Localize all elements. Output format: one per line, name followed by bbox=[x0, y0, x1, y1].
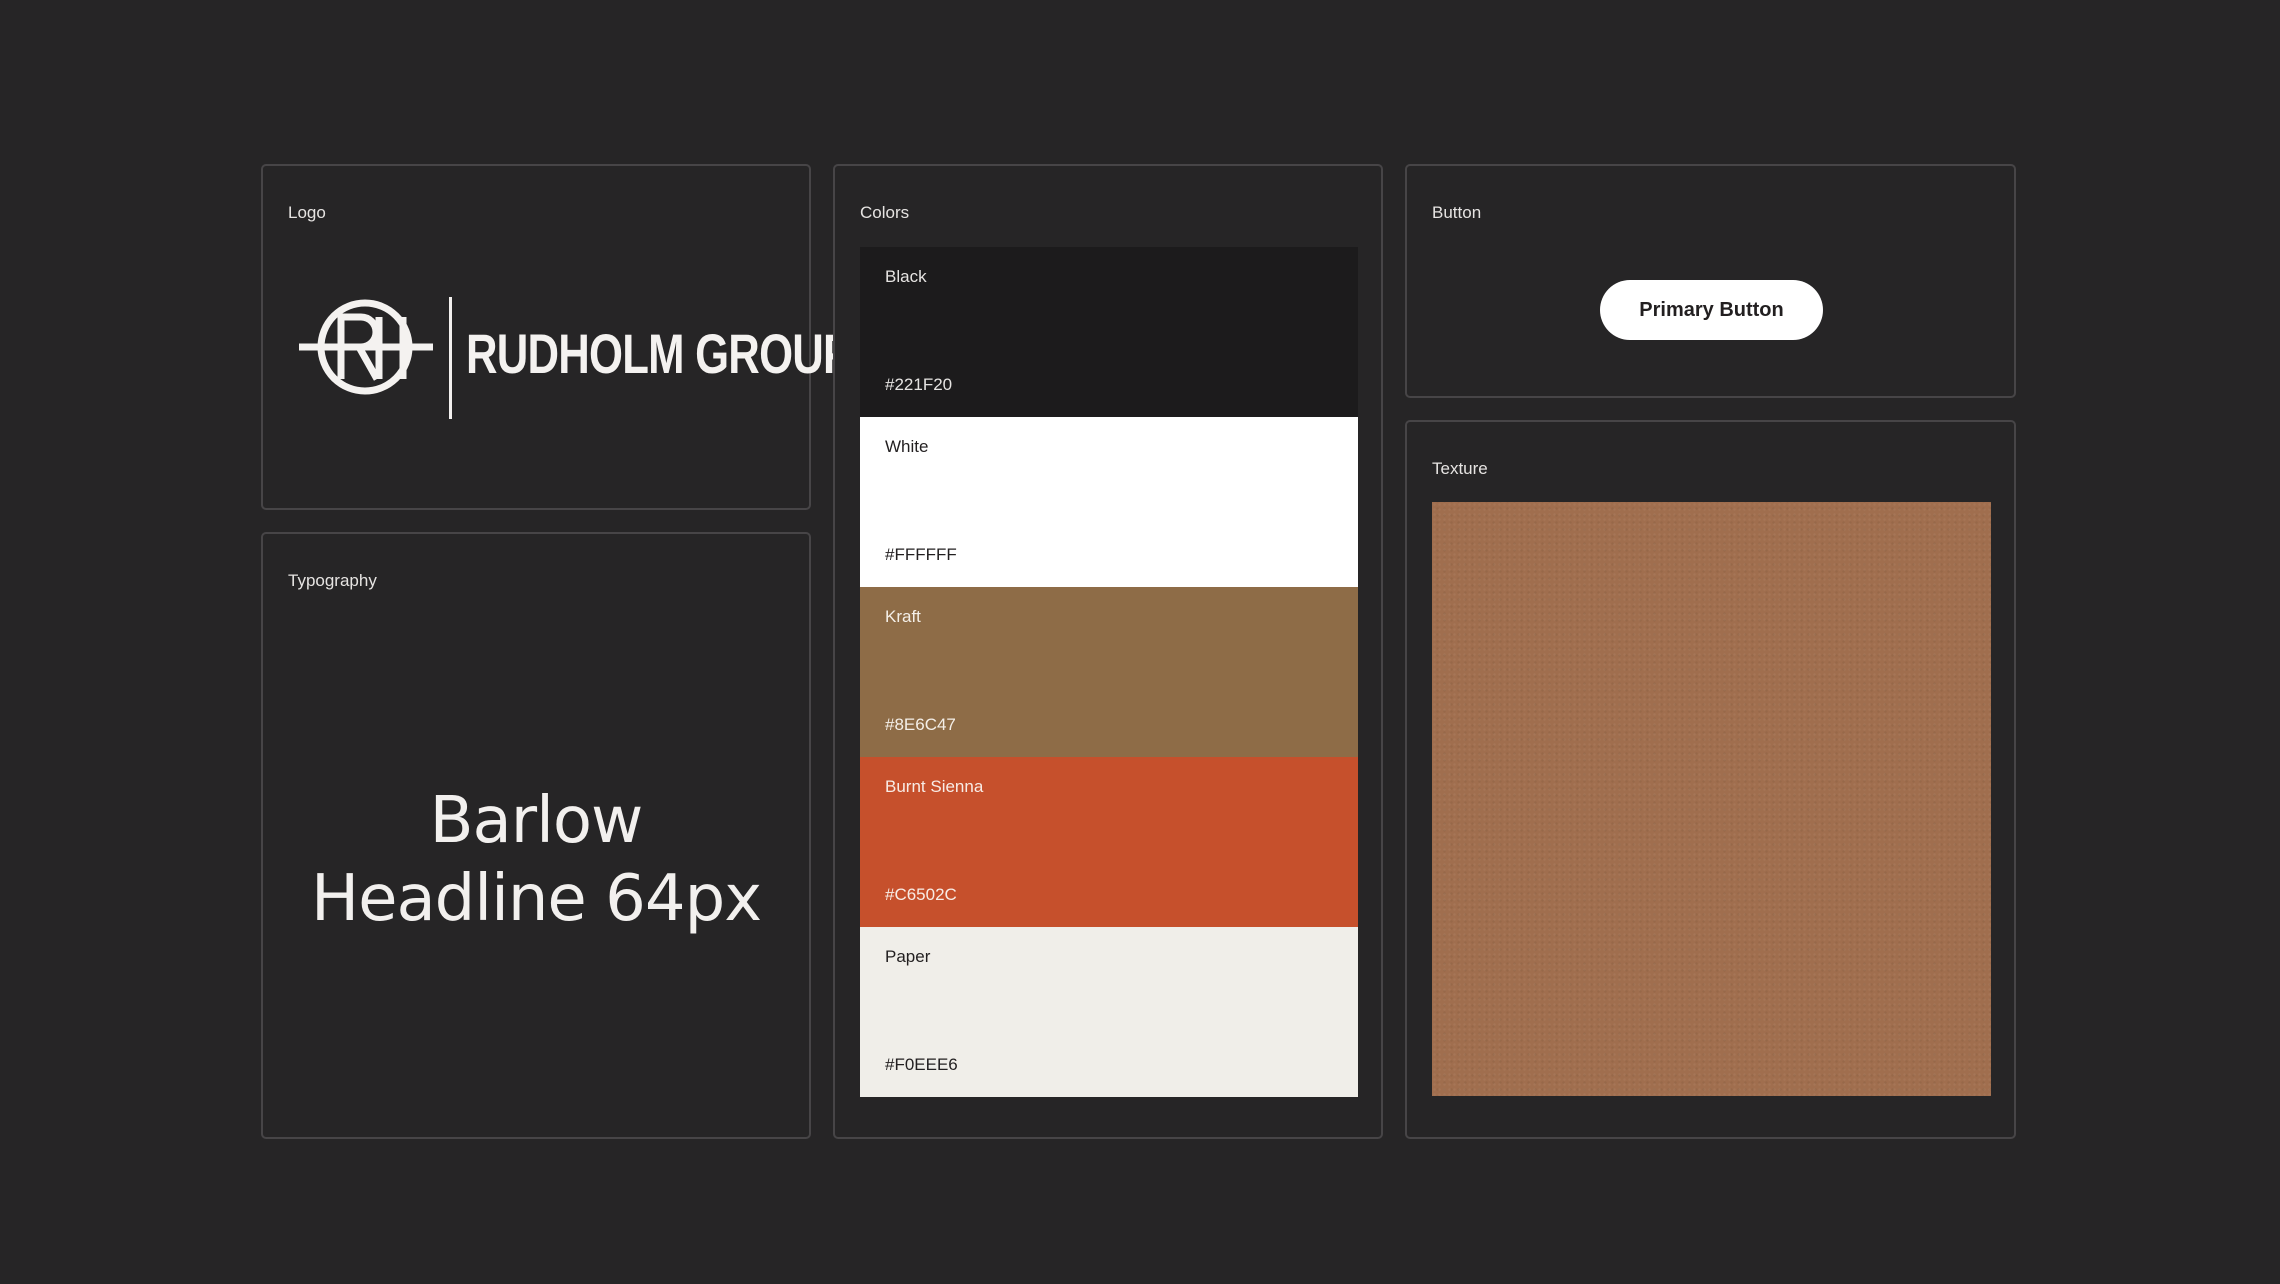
kraft-texture-sample bbox=[1432, 502, 1991, 1096]
colors-card: Colors Black #221F20 White #FFFFFF Kraft… bbox=[833, 164, 1383, 1139]
color-swatch-kraft: Kraft #8E6C47 bbox=[860, 587, 1358, 757]
typography-card: Typography Barlow Headline 64px bbox=[261, 532, 811, 1139]
swatch-name: Kraft bbox=[885, 607, 921, 626]
typography-sample-line-1: Barlow bbox=[429, 784, 644, 858]
swatch-name: Burnt Sienna bbox=[885, 777, 984, 796]
color-swatch-burnt-sienna: Burnt Sienna #C6502C bbox=[860, 757, 1358, 927]
logo-wordmark: RUDHOLM GROUP bbox=[466, 322, 852, 385]
primary-button[interactable]: Primary Button bbox=[1600, 280, 1823, 340]
typography-sample-line-2: Headline 64px bbox=[310, 862, 762, 936]
texture-card: Texture bbox=[1405, 420, 2016, 1139]
logo-divider bbox=[449, 297, 452, 419]
swatch-hex: #8E6C47 bbox=[885, 715, 956, 734]
button-card-label: Button bbox=[1432, 203, 1482, 222]
rh-monogram-icon bbox=[299, 299, 433, 395]
logo-card-label: Logo bbox=[288, 203, 326, 222]
typography-sample: Barlow Headline 64px bbox=[263, 782, 809, 938]
swatch-name: Black bbox=[885, 267, 927, 286]
texture-card-label: Texture bbox=[1432, 459, 1488, 478]
brand-board: Logo RUDHOLM GROUP Typography Barlow Hea… bbox=[0, 0, 2280, 1284]
typography-card-label: Typography bbox=[288, 571, 377, 590]
color-swatch-paper: Paper #F0EEE6 bbox=[860, 927, 1358, 1097]
swatch-hex: #221F20 bbox=[885, 375, 953, 394]
logo-card: Logo RUDHOLM GROUP bbox=[261, 164, 852, 510]
swatch-hex: #C6502C bbox=[885, 885, 957, 904]
swatch-hex: #F0EEE6 bbox=[885, 1055, 958, 1074]
swatch-name: Paper bbox=[885, 947, 931, 966]
swatch-hex: #FFFFFF bbox=[885, 545, 957, 564]
color-swatch-black: Black #221F20 bbox=[860, 247, 1358, 417]
button-card: Button Primary Button bbox=[1405, 164, 2016, 398]
color-swatch-white: White #FFFFFF bbox=[860, 417, 1358, 587]
swatch-name: White bbox=[885, 437, 929, 456]
colors-card-label: Colors bbox=[860, 203, 910, 222]
color-swatch-list: Black #221F20 White #FFFFFF Kraft #8E6C4… bbox=[860, 247, 1358, 1097]
